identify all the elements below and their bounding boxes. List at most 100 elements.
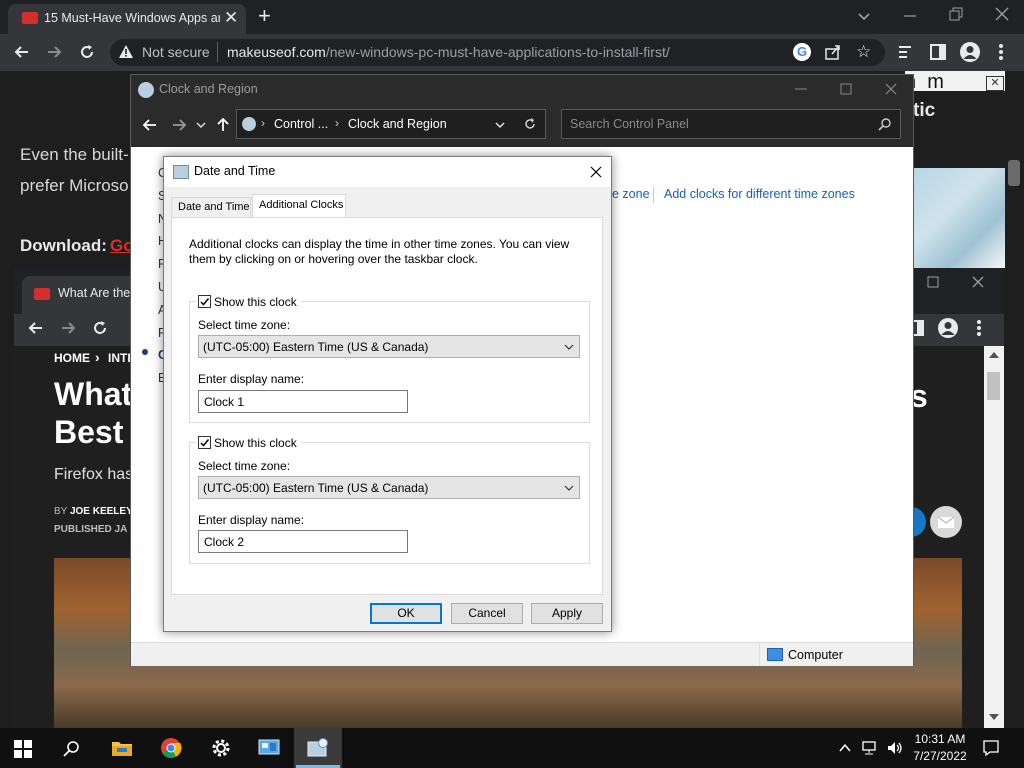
taskbar-date[interactable]: 7/27/2022 bbox=[908, 749, 972, 763]
search-icon[interactable] bbox=[878, 117, 892, 131]
cp-breadcrumb-1[interactable]: Control ... bbox=[274, 117, 328, 131]
cp-forward-icon[interactable] bbox=[170, 116, 188, 134]
minimize-icon[interactable] bbox=[900, 4, 920, 24]
cp-close-icon[interactable] bbox=[883, 81, 899, 97]
link-change-time-zone[interactable]: e zone bbox=[612, 187, 650, 201]
cancel-button[interactable]: Cancel bbox=[451, 603, 523, 624]
cp-status-bar: Computer bbox=[131, 642, 913, 666]
scroll-down-icon[interactable] bbox=[989, 714, 999, 720]
network-icon[interactable] bbox=[862, 740, 880, 756]
tz-label: Select time zone: bbox=[198, 459, 291, 473]
cp-breadcrumb-2[interactable]: Clock and Region bbox=[348, 117, 447, 131]
inner-profile-icon[interactable] bbox=[938, 318, 958, 338]
checkbox-show-clock-2[interactable] bbox=[198, 436, 211, 449]
display-name-field-2[interactable]: Clock 2 bbox=[198, 530, 408, 553]
inner-restore-icon[interactable] bbox=[925, 274, 941, 290]
tab-panel: Additional clocks can display the time i… bbox=[171, 217, 603, 595]
name-label: Enter display name: bbox=[198, 513, 305, 527]
close-window-icon[interactable] bbox=[992, 4, 1012, 24]
link-add-clocks[interactable]: Add clocks for different time zones bbox=[664, 187, 855, 201]
clock-2-toggle[interactable]: Show this clock bbox=[196, 436, 301, 450]
site-favicon-icon bbox=[22, 12, 38, 24]
browser-tab[interactable]: 15 Must-Have Windows Apps and ✕ bbox=[8, 4, 246, 34]
inner-reload-icon[interactable] bbox=[90, 318, 110, 338]
inner-menu-icon[interactable] bbox=[972, 318, 986, 338]
breadcrumb-home[interactable]: HOME bbox=[54, 351, 90, 365]
side-panel-icon[interactable] bbox=[929, 43, 947, 61]
tab-search-icon[interactable] bbox=[854, 6, 874, 26]
warning-icon bbox=[118, 44, 134, 60]
inner-back-icon[interactable] bbox=[26, 318, 46, 338]
address-bar[interactable]: Not secure makeuseof.com/new-windows-pc-… bbox=[110, 39, 885, 66]
tab-label: Date and Time bbox=[178, 201, 250, 213]
cp-search-placeholder: Search Control Panel bbox=[570, 117, 689, 131]
settings-gear-icon[interactable] bbox=[210, 737, 232, 759]
url-path: /new-windows-pc-must-have-applications-t… bbox=[325, 44, 670, 60]
back-icon[interactable] bbox=[12, 42, 32, 62]
clock-region-icon bbox=[138, 82, 154, 98]
page-scrollbar-thumb[interactable] bbox=[1008, 160, 1020, 186]
restore-icon[interactable] bbox=[945, 4, 965, 24]
ok-button[interactable]: OK bbox=[370, 603, 442, 624]
chevron-down-icon[interactable] bbox=[563, 341, 575, 353]
clear-icon[interactable]: ✕ bbox=[986, 76, 1004, 91]
cp-search-box[interactable]: Search Control Panel bbox=[561, 109, 901, 139]
cp-recent-icon[interactable] bbox=[195, 119, 207, 131]
byline: BY JOE KEELEY bbox=[54, 506, 133, 517]
search-icon[interactable] bbox=[62, 739, 82, 759]
file-explorer-icon[interactable] bbox=[111, 738, 133, 758]
google-lens-icon[interactable]: G bbox=[793, 43, 811, 61]
bookmark-star-icon[interactable]: ☆ bbox=[856, 42, 876, 62]
breadcrumb-category[interactable]: INTI bbox=[108, 351, 131, 365]
tab-label: Additional Clocks bbox=[259, 199, 344, 211]
control-panel-title: Clock and Region bbox=[159, 82, 258, 96]
control-panel-taskbar-icon[interactable] bbox=[258, 738, 280, 758]
apply-button[interactable]: Apply bbox=[531, 603, 603, 624]
cp-up-icon[interactable] bbox=[214, 116, 232, 134]
profile-avatar-icon[interactable] bbox=[960, 42, 980, 62]
byline-author[interactable]: JOE KEELEY bbox=[70, 506, 133, 517]
start-windows-icon[interactable] bbox=[14, 740, 32, 758]
inner-close-icon[interactable] bbox=[970, 274, 986, 290]
new-tab-icon[interactable]: + bbox=[258, 4, 280, 28]
close-tab-icon[interactable]: ✕ bbox=[224, 9, 240, 26]
clock-1-toggle[interactable]: Show this clock bbox=[196, 295, 301, 309]
reload-icon[interactable] bbox=[77, 42, 97, 62]
date-time-taskbar-item[interactable] bbox=[294, 728, 342, 768]
share-email-icon[interactable] bbox=[930, 506, 962, 538]
timezone-select-1[interactable]: (UTC-05:00) Eastern Time (US & Canada) bbox=[198, 335, 580, 358]
inner-forward-icon[interactable] bbox=[58, 318, 78, 338]
article-text-line: prefer Microso bbox=[20, 176, 129, 195]
chrome-menu-icon[interactable] bbox=[994, 42, 1008, 62]
breadcrumb-separator: › bbox=[95, 349, 100, 365]
display-name-field-1[interactable]: Clock 1 bbox=[198, 390, 408, 413]
cp-address-dropdown-icon[interactable] bbox=[494, 119, 506, 131]
description-line: Additional clocks can display the time i… bbox=[189, 237, 570, 251]
cp-back-icon[interactable] bbox=[141, 116, 159, 134]
byline-prefix: BY bbox=[54, 506, 68, 517]
tab-date-and-time[interactable]: Date and Time bbox=[171, 197, 251, 217]
notifications-icon[interactable] bbox=[982, 739, 1000, 757]
scroll-up-icon[interactable] bbox=[989, 352, 999, 358]
published-date: PUBLISHED JA bbox=[54, 524, 128, 535]
cp-maximize-icon[interactable] bbox=[838, 81, 854, 97]
cp-address-bar[interactable]: › Control ... › Clock and Region bbox=[236, 109, 546, 139]
volume-icon[interactable] bbox=[886, 740, 904, 756]
chevron-down-icon[interactable] bbox=[563, 482, 575, 494]
cp-refresh-icon[interactable] bbox=[523, 117, 537, 131]
reading-list-icon[interactable] bbox=[897, 43, 915, 61]
chrome-icon[interactable] bbox=[160, 737, 182, 759]
checkbox-show-clock-1[interactable] bbox=[198, 295, 211, 308]
taskbar-time[interactable]: 10:31 AM bbox=[908, 732, 972, 746]
inner-scrollbar[interactable] bbox=[984, 346, 1004, 728]
show-hidden-icons-icon[interactable] bbox=[838, 741, 852, 755]
share-icon[interactable] bbox=[824, 43, 842, 61]
forward-icon[interactable] bbox=[44, 42, 64, 62]
timezone-select-2[interactable]: (UTC-05:00) Eastern Time (US & Canada) bbox=[198, 476, 580, 499]
cp-minimize-icon[interactable] bbox=[793, 81, 809, 97]
tab-additional-clocks[interactable]: Additional Clocks bbox=[252, 194, 346, 218]
dialog-close-icon[interactable] bbox=[588, 164, 604, 180]
link-divider bbox=[653, 187, 654, 203]
inner-scroll-thumb[interactable] bbox=[987, 372, 1000, 400]
status-computer-label: Computer bbox=[788, 648, 843, 662]
